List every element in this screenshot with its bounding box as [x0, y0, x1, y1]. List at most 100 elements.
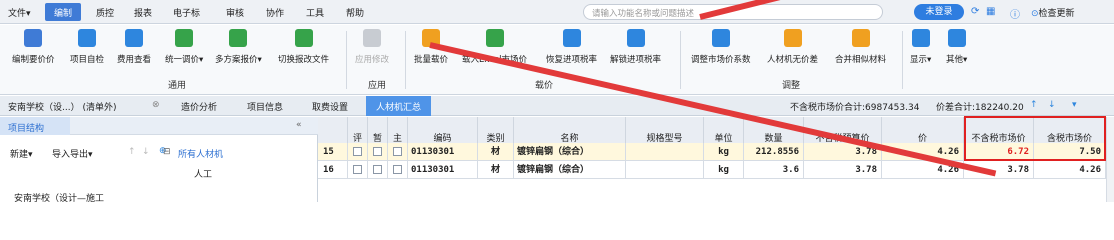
- spec-cell[interactable]: [626, 143, 704, 161]
- toolbar-button-other[interactable]: 其他▾: [946, 29, 967, 77]
- market-total: 不含税市场价合计:6987453.34: [790, 103, 920, 113]
- login-button[interactable]: 未登录: [914, 4, 964, 20]
- material-grid: 评 暂 主 编码 类别 名称 规格型号 单位 数量 不含税预算价 价 不含税市场…: [318, 117, 1114, 202]
- tab-cost-analysis[interactable]: 造价分析: [181, 100, 217, 113]
- market-price-cell[interactable]: 6.72: [964, 143, 1034, 161]
- checkbox-temp[interactable]: [368, 143, 388, 161]
- tree-item-labor[interactable]: 人工: [194, 167, 212, 180]
- switch-file-icon: [294, 29, 313, 47]
- info-icon[interactable]: ⓘ: [1010, 6, 1020, 21]
- toolbar-button-cost-view[interactable]: 费用查看: [117, 29, 151, 77]
- checkbox-evaluate[interactable]: [348, 143, 368, 161]
- grid-icon[interactable]: ▦: [986, 6, 995, 17]
- toolbar-divider: [902, 31, 903, 89]
- checkbox-evaluate[interactable]: [348, 161, 368, 179]
- menu-file[interactable]: 文件▾: [8, 6, 31, 19]
- menu-quality[interactable]: 质控: [96, 6, 114, 19]
- arrow-up-icon[interactable]: ↑: [1030, 100, 1038, 110]
- tree-toggle-icon[interactable]: ⊟: [163, 147, 171, 157]
- load-excel-icon: [485, 29, 504, 47]
- import-export-button[interactable]: 导入导出▾: [52, 147, 93, 160]
- menu-bar: 文件▾ 编制 质控 报表 电子标 审核 协作 工具 帮助 请输入功能名称或问题描…: [0, 0, 1114, 24]
- arrow-down-icon[interactable]: ↓: [1048, 100, 1056, 110]
- toolbar-button-switch-file[interactable]: 切换报改文件: [278, 29, 329, 77]
- menu-ebid[interactable]: 电子标: [173, 6, 200, 19]
- menu-report[interactable]: 报表: [134, 6, 152, 19]
- self-check-icon: [78, 29, 96, 47]
- tree-item-all[interactable]: 所有人材机: [178, 147, 223, 160]
- unified-price-icon: [175, 29, 194, 47]
- tab-project-info[interactable]: 项目信息: [247, 100, 283, 113]
- toolbar-divider: [680, 31, 681, 89]
- tree-item-project[interactable]: 安南学校（设计—施工: [14, 191, 104, 204]
- category-cell[interactable]: 材: [478, 143, 514, 161]
- checkbox-main[interactable]: [388, 143, 408, 161]
- toolbar-button-apply-modify[interactable]: 应用修改: [355, 29, 389, 77]
- name-cell[interactable]: 镀锌扁钢（综合）: [514, 143, 626, 161]
- row-number: 16: [318, 161, 348, 179]
- vertical-scrollbar[interactable]: [1106, 117, 1114, 202]
- group-apply: 应用: [368, 81, 387, 91]
- menu-edit[interactable]: 编制: [45, 3, 82, 21]
- check-update-button[interactable]: ⊙检查更新: [1031, 6, 1075, 19]
- new-button[interactable]: 新建▾: [10, 147, 33, 160]
- collapse-icon[interactable]: «: [296, 120, 302, 130]
- check-icon: ⊙: [1031, 9, 1039, 19]
- tab-fee-settings[interactable]: 取费设置: [312, 100, 348, 113]
- panel-header: 项目结构 «: [0, 117, 318, 135]
- apply-modify-icon: [363, 29, 381, 47]
- toolbar-button-unified-price[interactable]: 统一调价▾: [165, 29, 203, 77]
- tax-market-price-cell[interactable]: 7.50: [1034, 143, 1106, 161]
- tab-labor-material-summary[interactable]: 人材机汇总: [366, 96, 432, 116]
- move-up-icon[interactable]: ↑: [128, 147, 136, 157]
- multi-scheme-icon: [229, 29, 248, 47]
- toolbar-divider: [346, 31, 347, 89]
- toolbar-button-merge[interactable]: 合并相似材料: [835, 29, 886, 77]
- menu-collab[interactable]: 协作: [266, 6, 284, 19]
- toolbar-button-unlock-tax[interactable]: 解锁进项税率: [610, 29, 661, 77]
- menu-help[interactable]: 帮助: [346, 6, 364, 19]
- group-adjust: 调整: [782, 81, 801, 91]
- code-cell[interactable]: 01130301: [408, 143, 478, 161]
- row-number: 15: [318, 143, 348, 161]
- unit-cell[interactable]: kg: [704, 161, 744, 179]
- tab-project-structure[interactable]: 项目结构: [0, 117, 70, 135]
- toolbar-button-self-check[interactable]: 项目自检: [70, 29, 104, 77]
- spec-cell[interactable]: [626, 161, 704, 179]
- menu-tools[interactable]: 工具: [306, 6, 324, 19]
- toolbar-button-adjust-coef[interactable]: 调整市场价系数: [691, 29, 751, 77]
- move-down-icon[interactable]: ↓: [142, 147, 150, 157]
- menu-review[interactable]: 审核: [226, 6, 244, 19]
- toolbar-button-batch-load[interactable]: 批量载价: [414, 29, 448, 77]
- project-structure-panel: 项目结构 « 新建▾ 导入导出▾ ↑ ↓ ⊕ ⊟ 所有人材机 人工 安南学校（设…: [0, 117, 318, 204]
- project-breadcrumb[interactable]: 安南学校（设...） (清单外): [8, 100, 116, 113]
- code-cell[interactable]: 01130301: [408, 161, 478, 179]
- tax-market-price-cell[interactable]: 4.26: [1034, 161, 1106, 179]
- restore-tax-icon: [562, 29, 581, 47]
- category-cell[interactable]: 材: [478, 161, 514, 179]
- quantity-cell[interactable]: 212.8556: [744, 143, 804, 161]
- display-icon: [911, 29, 930, 47]
- ribbon-toolbar: 编制要价价 项目自检 费用查看 统一调价▾ 多方案报价▾ 切换报改文件 通用 应…: [0, 25, 1114, 95]
- toolbar-button-markup[interactable]: 编制要价价: [12, 29, 55, 77]
- table-row[interactable]: 15 01130301 材 镀锌扁钢（综合） kg 212.8556 3.78 …: [318, 143, 1106, 161]
- group-load-price: 载价: [535, 81, 554, 91]
- filter-icon[interactable]: ▾: [1072, 100, 1077, 110]
- refresh-icon[interactable]: ⟳: [971, 6, 979, 17]
- group-general: 通用: [168, 81, 187, 91]
- toolbar-button-display[interactable]: 显示▾: [910, 29, 931, 77]
- quantity-cell[interactable]: 3.6: [744, 161, 804, 179]
- checkbox-main[interactable]: [388, 161, 408, 179]
- toolbar-divider: [405, 31, 406, 89]
- close-icon[interactable]: ⊗: [152, 100, 160, 110]
- cost-view-icon: [125, 29, 143, 47]
- checkbox-temp[interactable]: [368, 161, 388, 179]
- check-update-label: 检查更新: [1038, 9, 1075, 19]
- name-cell[interactable]: 镀锌扁钢（综合）: [514, 161, 626, 179]
- unit-cell[interactable]: kg: [704, 143, 744, 161]
- toolbar-button-multi-scheme[interactable]: 多方案报价▾: [215, 29, 262, 77]
- toolbar-button-no-diff[interactable]: 人材机无价差: [767, 29, 818, 77]
- markup-icon: [24, 29, 43, 47]
- budget-price-cell[interactable]: 3.78: [804, 161, 882, 179]
- unlock-tax-icon: [626, 29, 645, 47]
